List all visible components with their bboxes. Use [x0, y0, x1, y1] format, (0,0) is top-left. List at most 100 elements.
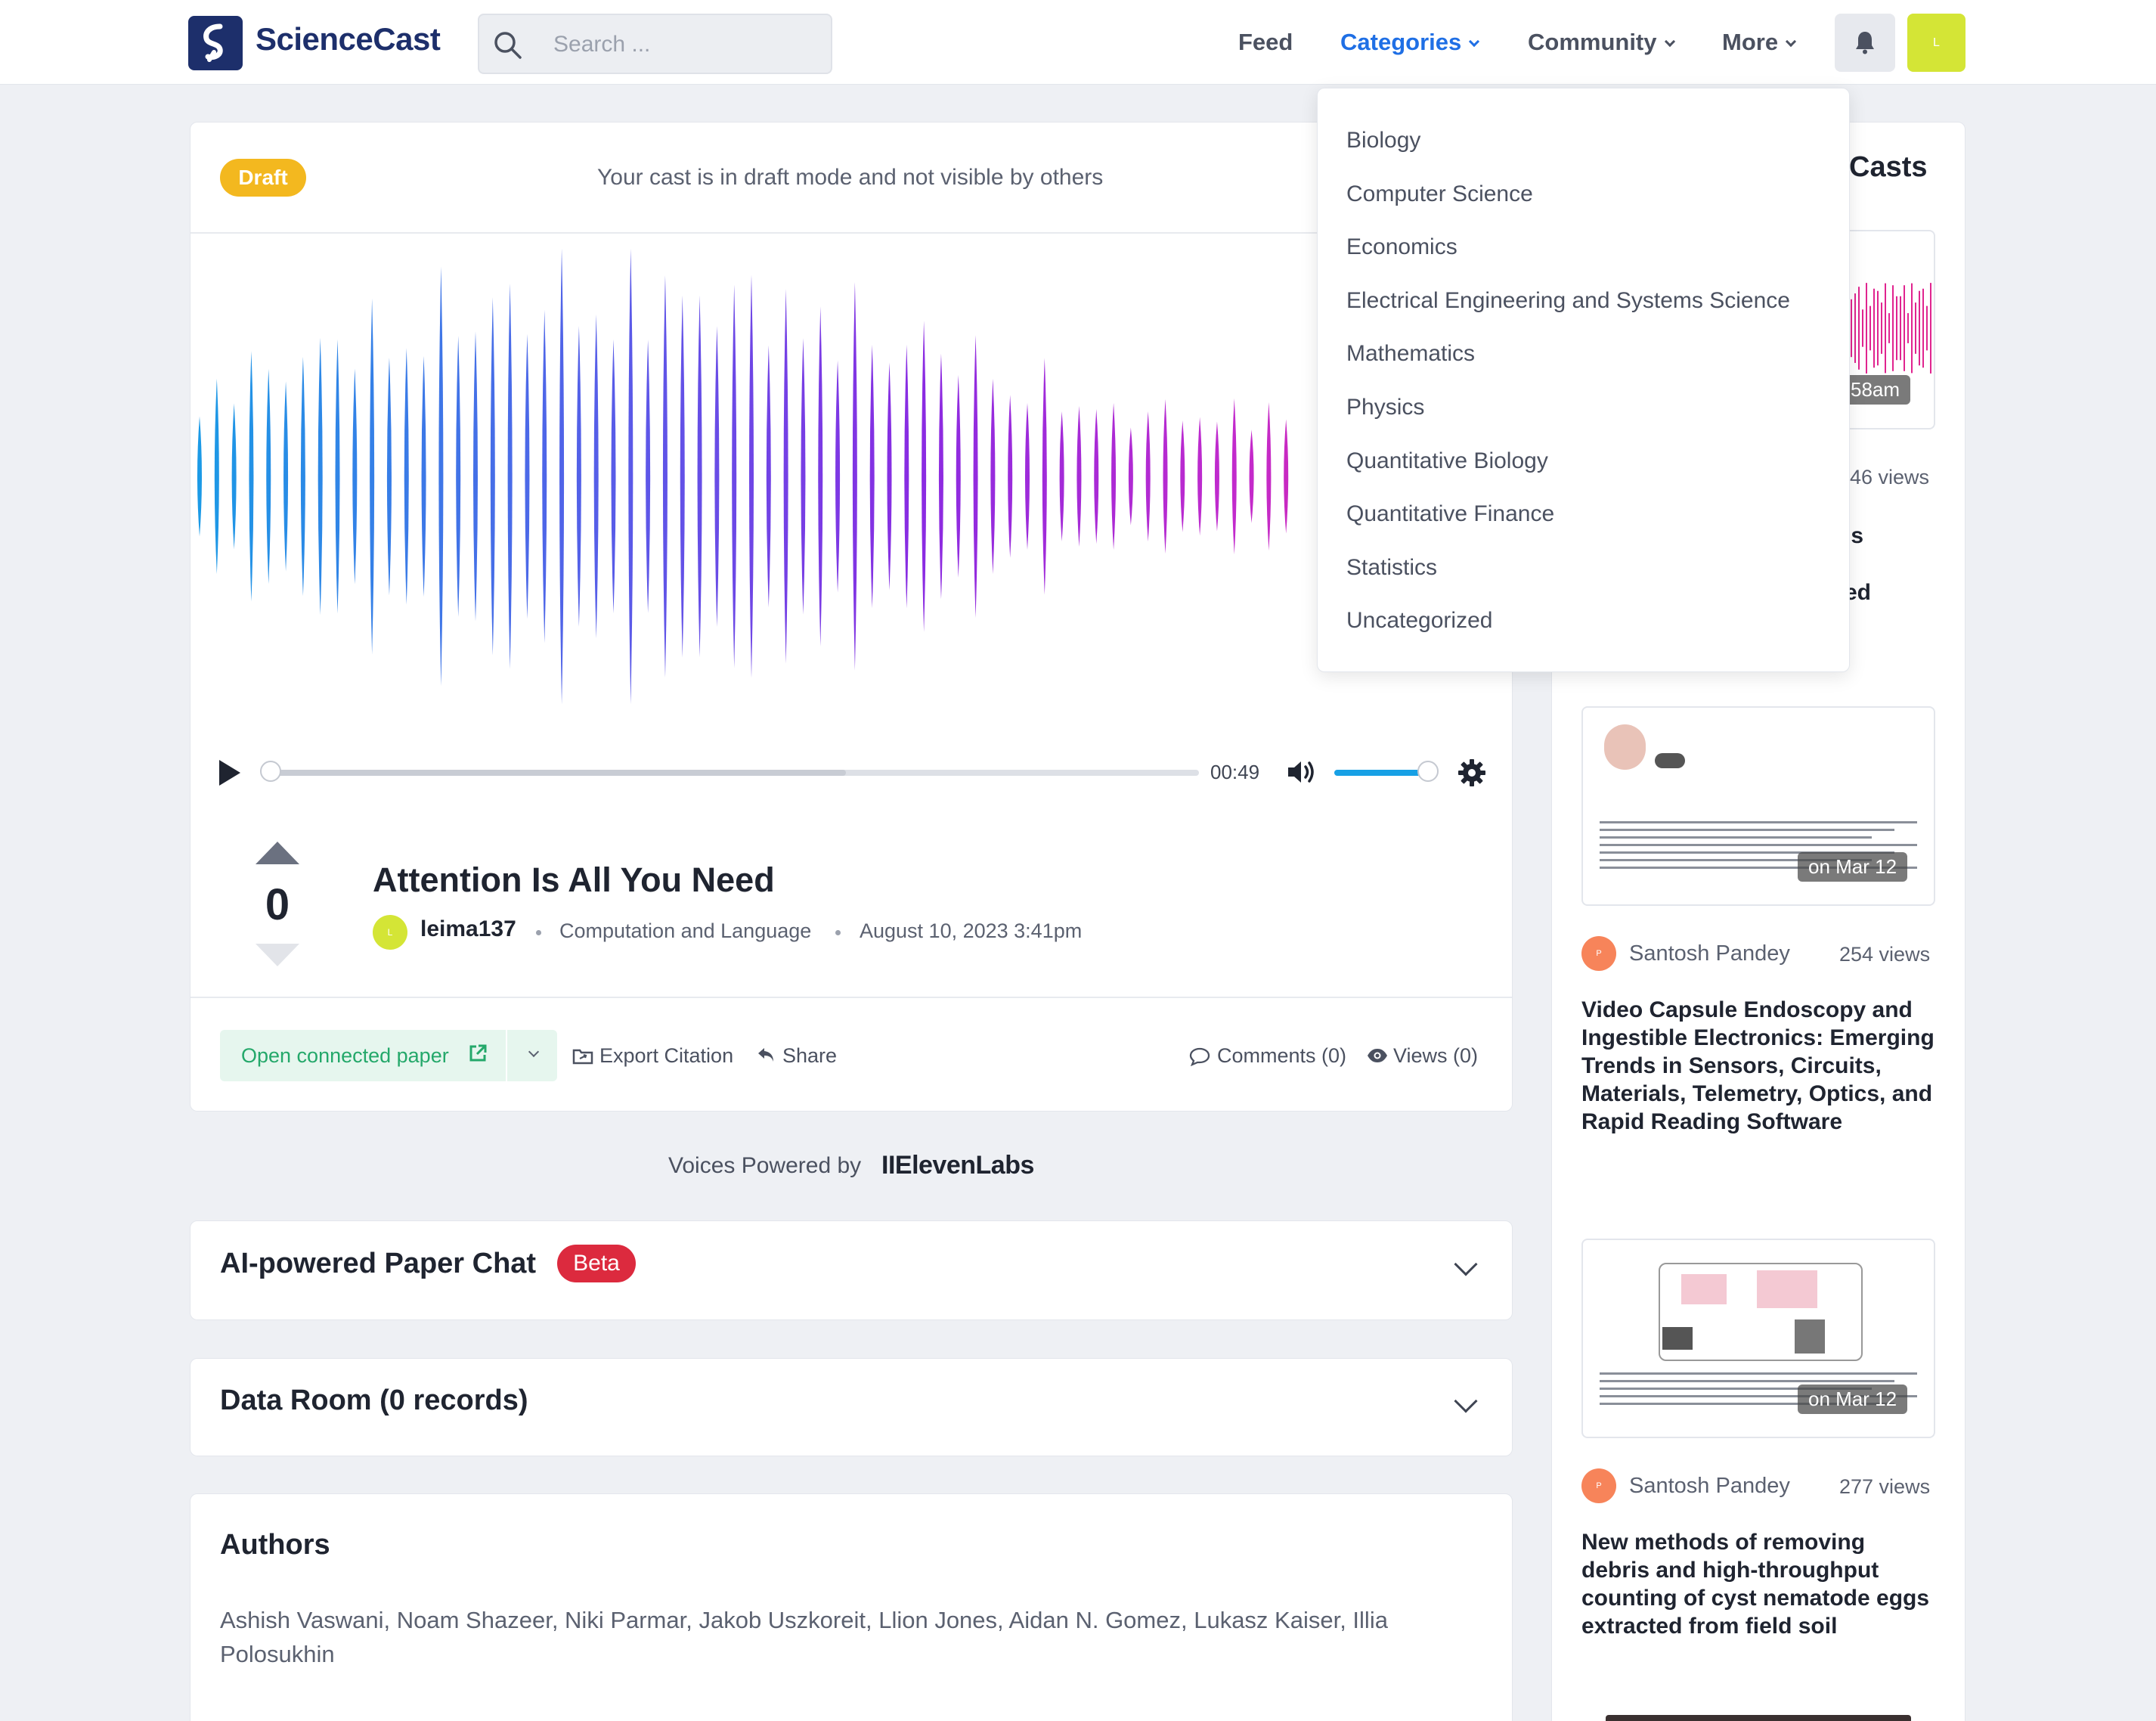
author-name[interactable]: Santosh Pandey	[1629, 941, 1790, 966]
waveform-bar	[611, 339, 616, 614]
logo-glyph-icon	[203, 23, 223, 62]
gear-icon[interactable]	[1457, 758, 1486, 787]
downvote-button[interactable]	[256, 944, 299, 966]
chevron-down-icon	[1664, 36, 1675, 48]
waveform-bar	[1008, 395, 1013, 558]
category-item[interactable]: Uncategorized	[1346, 608, 1492, 634]
cast-title[interactable]: Video Capsule Endoscopy and Ingestible E…	[1581, 996, 1937, 1136]
waveform-bar	[1249, 429, 1254, 523]
nav-more[interactable]: More	[1722, 29, 1797, 56]
waveform-bar	[456, 336, 461, 617]
nav-feed[interactable]: Feed	[1238, 29, 1293, 56]
category-item[interactable]: Quantitative Finance	[1346, 501, 1554, 527]
search-icon	[494, 32, 522, 59]
nav-categories-label: Categories	[1340, 29, 1462, 55]
open-connected-paper-button[interactable]: Open connected paper	[220, 1030, 557, 1081]
waveform-bar	[766, 345, 771, 608]
views-count: Views (0)	[1393, 1044, 1479, 1067]
export-citation-button[interactable]: Export Citation	[599, 1044, 733, 1068]
waveform-bar	[835, 360, 841, 593]
data-room-title: Data Room (0 records)	[220, 1385, 528, 1416]
seek-bar[interactable]	[260, 761, 1199, 782]
waveform-bar	[1214, 421, 1219, 532]
comment-icon	[1189, 1047, 1210, 1066]
comments-button[interactable]: Comments (0)	[1217, 1044, 1346, 1068]
category-item[interactable]: Economics	[1346, 234, 1457, 260]
waveform-bar	[1128, 427, 1133, 526]
category-item[interactable]: Physics	[1346, 395, 1424, 420]
waveform-bar	[335, 339, 340, 614]
author-avatar[interactable]: L	[373, 915, 407, 950]
categories-dropdown: Biology Computer Science Economics Electric…	[1317, 88, 1850, 672]
top-navbar: ScienceCast Search ... Feed Categories C…	[0, 0, 2156, 85]
cast-title: Attention Is All You Need	[373, 860, 775, 899]
nav-categories[interactable]: Categories	[1340, 29, 1480, 56]
waveform-bar	[1042, 358, 1047, 595]
upvote-button[interactable]	[256, 842, 299, 864]
views-count: 254 views	[1839, 943, 1931, 966]
cast-title-fragment[interactable]: ıs	[1845, 522, 1905, 550]
author-avatar[interactable]: P	[1581, 936, 1616, 971]
waveform-bar	[938, 353, 943, 600]
waveform-bar	[352, 368, 358, 585]
button-divider	[506, 1030, 507, 1081]
text-line	[1600, 844, 1917, 846]
waveform-bar	[818, 306, 823, 647]
waveform-bar	[283, 381, 289, 572]
text-line	[1600, 821, 1917, 823]
author-name[interactable]: Santosh Pandey	[1629, 1474, 1790, 1499]
waveform-bar	[801, 338, 806, 615]
cast-title[interactable]: New methods of removing debris and high-…	[1581, 1528, 1937, 1640]
cast-category[interactable]: Computation and Language	[559, 919, 811, 943]
waveform-bar	[732, 284, 737, 668]
waveform-bar	[1180, 420, 1185, 532]
sidebar-title: Casts	[1849, 151, 1928, 183]
paper-figure	[1757, 1270, 1817, 1308]
category-item[interactable]: Mathematics	[1346, 341, 1475, 367]
waveform-bar	[300, 356, 305, 597]
waveform-bar	[714, 325, 720, 628]
cast-title-fragment[interactable]: ed	[1845, 578, 1905, 606]
audio-waveform[interactable]	[191, 227, 1512, 726]
category-item[interactable]: Statistics	[1346, 555, 1437, 581]
play-button[interactable]	[219, 760, 240, 786]
notifications-button[interactable]	[1835, 14, 1895, 72]
nav-community[interactable]: Community	[1528, 29, 1675, 56]
eye-icon	[1368, 1049, 1387, 1062]
cast-thumbnail[interactable]: on Mar 12	[1581, 706, 1935, 906]
waveform-bar	[1145, 411, 1151, 542]
category-item[interactable]: Electrical Engineering and Systems Scien…	[1346, 288, 1790, 314]
capsule-figure	[1655, 753, 1685, 768]
waveform-bar	[749, 274, 754, 678]
text-line	[1600, 836, 1872, 839]
waveform-bar	[386, 357, 392, 596]
elevenlabs-logo[interactable]: IIElevenLabs	[881, 1151, 1034, 1180]
paper-chat-title: AI-powered Paper Chat	[220, 1248, 537, 1279]
author-name[interactable]: leima137	[420, 916, 516, 942]
meta-dot	[536, 930, 541, 935]
waveform-bar	[438, 266, 444, 687]
seek-handle[interactable]	[260, 761, 281, 782]
waveform-bar	[697, 295, 702, 658]
search-placeholder: Search ...	[553, 32, 651, 57]
waveform-bar	[593, 314, 599, 639]
volume-slider[interactable]	[1334, 761, 1439, 782]
waveform-bar	[1197, 417, 1203, 536]
chevron-down-icon[interactable]	[528, 1046, 540, 1058]
category-item[interactable]: Quantitative Biology	[1346, 448, 1548, 474]
next-cast-thumbnail[interactable]	[1606, 1715, 1911, 1721]
brand-name[interactable]: ScienceCast	[256, 21, 441, 57]
author-avatar[interactable]: P	[1581, 1468, 1616, 1503]
volume-handle[interactable]	[1417, 761, 1439, 782]
search-input[interactable]: Search ...	[478, 14, 832, 74]
share-button[interactable]: Share	[782, 1044, 837, 1068]
category-item[interactable]: Biology	[1346, 128, 1420, 153]
open-paper-label: Open connected paper	[241, 1044, 449, 1067]
sciencecast-logo[interactable]	[188, 16, 243, 70]
cast-thumbnail[interactable]: on Mar 12	[1581, 1239, 1935, 1438]
volume-icon[interactable]	[1287, 758, 1318, 786]
category-item[interactable]: Computer Science	[1346, 181, 1533, 207]
user-avatar[interactable]: L	[1907, 14, 1965, 72]
waveform-bar	[421, 355, 426, 597]
waveform-bar	[559, 248, 565, 705]
